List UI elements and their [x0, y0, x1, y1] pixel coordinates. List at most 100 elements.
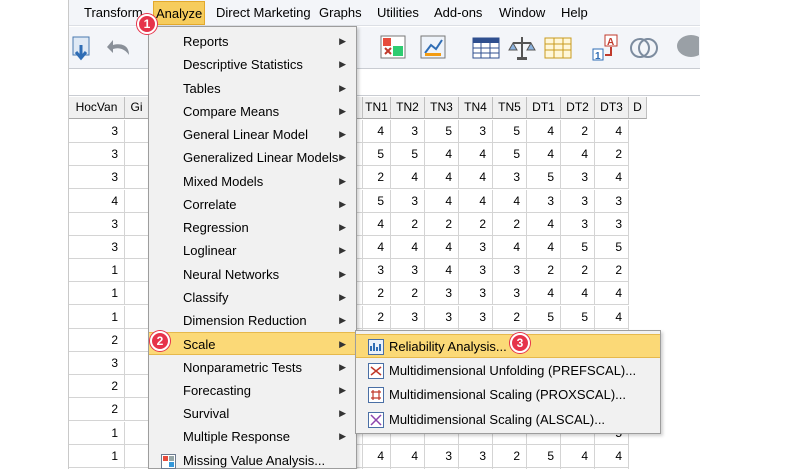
- weight-cases-icon[interactable]: [507, 33, 537, 63]
- menu-analyze[interactable]: Analyze: [153, 1, 206, 25]
- menu-item-nonparametric-tests[interactable]: Nonparametric Tests ▶: [149, 356, 356, 379]
- grid-cell[interactable]: 4: [595, 282, 629, 306]
- grid-cell[interactable]: 3: [493, 282, 527, 306]
- import-data-icon[interactable]: [71, 33, 101, 63]
- grid-cell[interactable]: 4: [527, 282, 561, 306]
- grid-cell[interactable]: 1: [69, 444, 125, 468]
- menu-help[interactable]: Help: [559, 5, 590, 20]
- menu-item-dimension-reduction[interactable]: Dimension Reduction ▶: [149, 309, 356, 332]
- grid-cell[interactable]: 4: [493, 189, 527, 213]
- grid-cell[interactable]: 3: [595, 212, 629, 236]
- grid-cell[interactable]: 4: [527, 120, 561, 143]
- grid-cell[interactable]: 3: [69, 212, 125, 236]
- grid-cell[interactable]: 5: [527, 305, 561, 329]
- undo-icon[interactable]: [105, 33, 135, 63]
- grid-cell[interactable]: [125, 305, 149, 329]
- grid-cell[interactable]: [125, 236, 149, 259]
- menu-item-mixed-models[interactable]: Mixed Models ▶: [149, 170, 356, 193]
- submenu-item-reliability-analysis[interactable]: Reliability Analysis...: [356, 334, 660, 358]
- grid-cell[interactable]: 4: [459, 143, 493, 167]
- menu-item-loglinear[interactable]: Loglinear ▶: [149, 239, 356, 262]
- column-header-gi[interactable]: Gi: [125, 97, 149, 119]
- grid-cell[interactable]: 4: [425, 189, 459, 213]
- grid-cell[interactable]: 3: [69, 166, 125, 190]
- grid-cell[interactable]: 4: [363, 212, 391, 236]
- grid-cell[interactable]: 3: [561, 189, 595, 213]
- grid-cell[interactable]: 4: [391, 166, 425, 190]
- grid-cell[interactable]: 5: [391, 143, 425, 167]
- menu-item-missing-value-analysis[interactable]: Missing Value Analysis...: [149, 449, 356, 469]
- grid-cell[interactable]: 2: [493, 212, 527, 236]
- grid-cell[interactable]: [125, 375, 149, 399]
- menu-item-generalized-linear-models[interactable]: Generalized Linear Models ▶: [149, 146, 356, 169]
- grid-cell[interactable]: 4: [69, 189, 125, 213]
- grid-cell[interactable]: 2: [69, 375, 125, 399]
- grid-cell[interactable]: 2: [69, 328, 125, 352]
- menu-add-ons[interactable]: Add-ons: [432, 5, 484, 20]
- grid-cell[interactable]: 4: [561, 444, 595, 468]
- variables-icon[interactable]: [471, 33, 501, 63]
- grid-cell[interactable]: 4: [595, 444, 629, 468]
- column-header-tn5[interactable]: TN5: [493, 97, 527, 119]
- grid-cell[interactable]: 3: [493, 259, 527, 283]
- grid-cell[interactable]: 3: [363, 259, 391, 283]
- menu-item-multiple-response[interactable]: Multiple Response ▶: [149, 425, 356, 448]
- select-cases-icon[interactable]: [379, 33, 409, 63]
- menu-item-classify[interactable]: Classify ▶: [149, 286, 356, 309]
- grid-cell[interactable]: 1: [69, 259, 125, 283]
- grid-cell[interactable]: 4: [493, 236, 527, 259]
- grid-cell[interactable]: 4: [459, 166, 493, 190]
- grid-cell[interactable]: 1: [69, 282, 125, 306]
- grid-cell[interactable]: 3: [459, 282, 493, 306]
- grid-cell[interactable]: 3: [459, 259, 493, 283]
- split-file-icon[interactable]: A1: [591, 33, 621, 63]
- column-header-d[interactable]: D: [629, 97, 647, 119]
- grid-cell[interactable]: 4: [391, 236, 425, 259]
- grid-cell[interactable]: 4: [363, 444, 391, 468]
- column-header-dt1[interactable]: DT1: [527, 97, 561, 119]
- menu-item-general-linear-model[interactable]: General Linear Model ▶: [149, 123, 356, 146]
- grid-cell[interactable]: [125, 212, 149, 236]
- grid-cell[interactable]: [125, 259, 149, 283]
- grid-cell[interactable]: [125, 282, 149, 306]
- column-header-tn2[interactable]: TN2: [391, 97, 425, 119]
- speech-bubble-icon[interactable]: [669, 33, 700, 63]
- menu-item-survival[interactable]: Survival ▶: [149, 402, 356, 425]
- submenu-item-multidimensional-scaling-alscal[interactable]: Multidimensional Scaling (ALSCAL)...: [356, 408, 660, 432]
- grid-cell[interactable]: [125, 352, 149, 375]
- column-header-tn1[interactable]: TN1: [363, 97, 391, 119]
- grid-cell[interactable]: 5: [363, 143, 391, 167]
- menu-item-forecasting[interactable]: Forecasting ▶: [149, 379, 356, 402]
- grid-cell[interactable]: [125, 166, 149, 190]
- grid-cell[interactable]: 2: [561, 259, 595, 283]
- grid-cell[interactable]: [125, 421, 149, 445]
- menu-item-neural-networks[interactable]: Neural Networks ▶: [149, 263, 356, 286]
- menu-graphs[interactable]: Graphs: [317, 5, 364, 20]
- grid-cell[interactable]: [125, 120, 149, 143]
- grid-cell[interactable]: 5: [493, 143, 527, 167]
- grid-cell[interactable]: 3: [391, 189, 425, 213]
- grid-cell[interactable]: 3: [69, 236, 125, 259]
- grid-cell[interactable]: 3: [425, 444, 459, 468]
- grid-cell[interactable]: 4: [527, 236, 561, 259]
- grid-cell[interactable]: 2: [363, 166, 391, 190]
- grid-cell[interactable]: 3: [391, 259, 425, 283]
- grid-cell[interactable]: [125, 398, 149, 422]
- grid-cell[interactable]: 3: [459, 305, 493, 329]
- grid-cell[interactable]: 5: [363, 189, 391, 213]
- grid-cell[interactable]: 2: [595, 143, 629, 167]
- menu-direct-marketing[interactable]: Direct Marketing: [214, 5, 313, 20]
- grid-cell[interactable]: 3: [459, 236, 493, 259]
- grid-cell[interactable]: 4: [527, 143, 561, 167]
- menu-window[interactable]: Window: [497, 5, 547, 20]
- grid-cell[interactable]: [125, 444, 149, 468]
- submenu-item-multidimensional-unfolding-prefscal[interactable]: Multidimensional Unfolding (PREFSCAL)...: [356, 359, 660, 383]
- menu-item-compare-means[interactable]: Compare Means ▶: [149, 100, 356, 123]
- grid-cell[interactable]: 4: [459, 189, 493, 213]
- grid-cell[interactable]: 4: [561, 143, 595, 167]
- grid-cell[interactable]: 3: [425, 305, 459, 329]
- menu-transform[interactable]: Transform: [82, 5, 145, 20]
- menu-item-descriptive-statistics[interactable]: Descriptive Statistics ▶: [149, 53, 356, 76]
- grid-cell[interactable]: 4: [561, 282, 595, 306]
- grid-cell[interactable]: 4: [363, 236, 391, 259]
